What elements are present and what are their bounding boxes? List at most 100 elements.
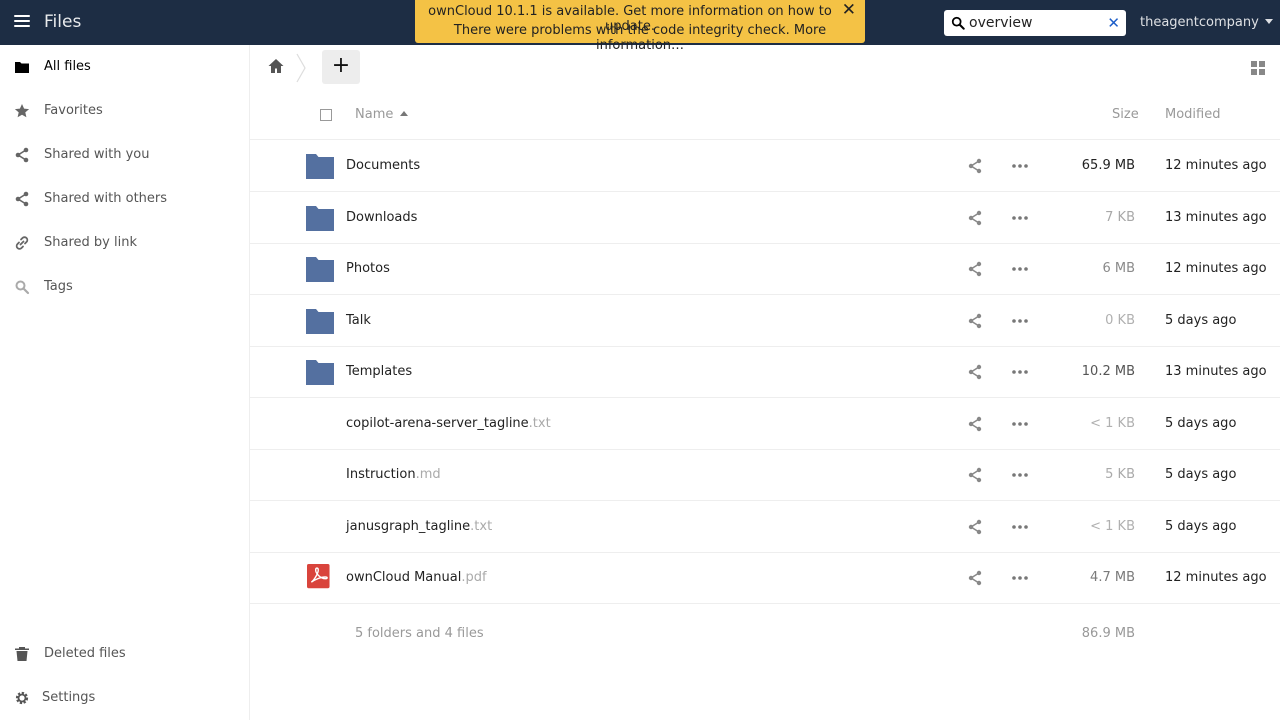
file-table-header: Name Size Modified — [250, 89, 1280, 140]
file-row[interactable]: janusgraph_tagline.txt < 1 KB 5 days ago — [250, 501, 1280, 553]
sidebar-item-label: All files — [44, 59, 91, 74]
share-icon — [15, 191, 29, 207]
more-actions-icon[interactable] — [1012, 162, 1028, 170]
file-basename: Instruction — [346, 467, 416, 482]
modified-column-header[interactable]: Modified — [1165, 107, 1220, 122]
file-row[interactable]: Downloads 7 KB 13 minutes ago — [250, 192, 1280, 244]
sidebar-item-shared-with-you[interactable]: Shared with you — [0, 133, 249, 177]
file-modified: 5 days ago — [1165, 312, 1237, 328]
folder-icon — [15, 62, 29, 73]
more-actions-icon[interactable] — [1012, 368, 1028, 376]
share-icon — [15, 147, 29, 163]
file-name[interactable]: janusgraph_tagline.txt — [346, 519, 492, 534]
sidebar-item-label: Shared by link — [44, 235, 137, 250]
close-icon[interactable]: ✕ — [842, 0, 856, 20]
search-icon — [15, 280, 30, 295]
sidebar-item-shared-by-link[interactable]: Shared by link — [0, 221, 249, 265]
sidebar-item-deleted-files[interactable]: Deleted files — [0, 632, 249, 676]
file-basename: ownCloud Manual — [346, 570, 462, 585]
more-actions-icon[interactable] — [1012, 574, 1028, 582]
file-row[interactable]: Photos 6 MB 12 minutes ago — [250, 243, 1280, 295]
top-header: Files ownCloud 10.1.1 is available. Get … — [0, 0, 1280, 53]
gear-icon — [15, 691, 29, 705]
file-size: 6 MB — [1102, 261, 1135, 276]
share-icon[interactable] — [967, 570, 983, 586]
file-row[interactable]: Talk 0 KB 5 days ago — [250, 295, 1280, 347]
file-controls-bar: + — [250, 45, 1280, 89]
sidebar-item-favorites[interactable]: Favorites — [0, 89, 249, 133]
text-file-icon — [305, 409, 335, 439]
home-icon[interactable] — [267, 57, 285, 75]
search-input[interactable] — [969, 13, 1104, 33]
more-actions-icon[interactable] — [1012, 471, 1028, 479]
share-icon[interactable] — [967, 313, 983, 329]
file-row[interactable]: Documents 65.9 MB 12 minutes ago — [250, 140, 1280, 192]
share-icon[interactable] — [967, 158, 983, 174]
file-row[interactable]: Instruction.md 5 KB 5 days ago — [250, 449, 1280, 501]
file-name[interactable]: Documents — [346, 158, 420, 173]
share-icon[interactable] — [967, 364, 983, 380]
file-size: 4.7 MB — [1090, 570, 1135, 585]
file-name[interactable]: ownCloud Manual.pdf — [346, 570, 487, 585]
select-all-checkbox[interactable] — [320, 109, 332, 121]
sidebar-item-label: Shared with you — [44, 147, 150, 162]
file-basename: Downloads — [346, 209, 418, 225]
file-modified: 12 minutes ago — [1165, 570, 1267, 585]
file-basename: copilot-arena-server_tagline — [346, 415, 529, 431]
pdf-icon — [307, 564, 330, 589]
file-size: 7 KB — [1105, 209, 1135, 225]
file-row[interactable]: Templates 10.2 MB 13 minutes ago — [250, 346, 1280, 398]
share-icon[interactable] — [967, 210, 983, 226]
share-icon[interactable] — [967, 261, 983, 277]
more-actions-icon[interactable] — [1012, 214, 1028, 222]
file-name[interactable]: Templates — [346, 364, 412, 379]
file-extension: .txt — [528, 415, 551, 431]
file-row[interactable]: ownCloud Manual.pdf 4.7 MB 12 minutes ago — [250, 552, 1280, 604]
file-name[interactable]: Downloads — [346, 210, 417, 225]
file-size: < 1 KB — [1090, 415, 1135, 431]
file-name[interactable]: copilot-arena-server_tagline.txt — [346, 416, 551, 431]
grid-view-icon[interactable] — [1251, 61, 1265, 75]
user-menu[interactable]: theagentcompany — [1140, 15, 1273, 30]
sidebar-item-label: Tags — [44, 279, 73, 294]
file-name[interactable]: Talk — [346, 313, 371, 328]
search-box[interactable]: ✕ — [944, 10, 1126, 36]
file-extension: .pdf — [461, 570, 487, 585]
file-modified: 13 minutes ago — [1165, 209, 1267, 225]
hamburger-menu-icon[interactable] — [14, 15, 30, 29]
file-extension: .txt — [470, 518, 493, 534]
file-name[interactable]: Instruction.md — [346, 467, 441, 482]
file-row[interactable]: copilot-arena-server_tagline.txt < 1 KB 5 … — [250, 398, 1280, 450]
sidebar-item-settings[interactable]: Settings — [0, 676, 249, 720]
sort-ascending-icon — [400, 111, 409, 116]
sidebar-item-all-files[interactable]: All files — [0, 45, 249, 89]
folder-icon — [306, 154, 334, 179]
sidebar-item-tags[interactable]: Tags — [0, 265, 249, 309]
new-file-button[interactable]: + — [322, 50, 360, 84]
more-actions-icon[interactable] — [1012, 523, 1028, 531]
text-file-icon — [305, 512, 335, 542]
name-column-header[interactable]: Name — [355, 107, 409, 122]
update-notification[interactable]: ownCloud 10.1.1 is available. Get more i… — [415, 0, 865, 53]
share-icon[interactable] — [967, 519, 983, 535]
sidebar-item-shared-with-others[interactable]: Shared with others — [0, 177, 249, 221]
share-icon[interactable] — [967, 467, 983, 483]
name-header-label: Name — [355, 107, 394, 122]
sidebar: All files Favorites Shared with you Shar… — [0, 45, 250, 720]
search-icon — [951, 16, 965, 30]
file-summary: 5 folders and 4 files 86.9 MB — [250, 603, 1280, 663]
size-column-header[interactable]: Size — [1112, 107, 1139, 122]
summary-count: 5 folders and 4 files — [355, 626, 484, 641]
more-actions-icon[interactable] — [1012, 317, 1028, 325]
file-basename: Documents — [346, 158, 421, 173]
file-extension: .md — [415, 467, 441, 482]
more-actions-icon[interactable] — [1012, 265, 1028, 273]
more-actions-icon[interactable] — [1012, 420, 1028, 428]
app-title[interactable]: Files — [44, 12, 81, 32]
file-name[interactable]: Photos — [346, 261, 390, 276]
file-basename: Photos — [346, 261, 390, 276]
trash-icon — [15, 647, 29, 661]
file-size: 5 KB — [1105, 467, 1135, 482]
share-icon[interactable] — [967, 416, 983, 432]
clear-search-icon[interactable]: ✕ — [1107, 14, 1120, 32]
